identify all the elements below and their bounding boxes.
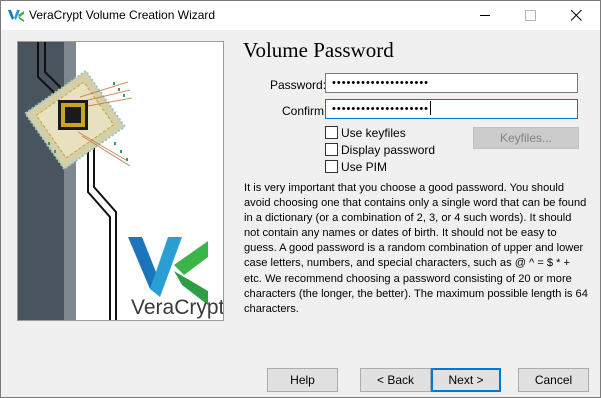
text-caret	[430, 101, 432, 115]
cancel-button[interactable]: Cancel	[518, 368, 589, 392]
title-bar[interactable]: VeraCrypt Volume Creation Wizard	[1, 1, 600, 30]
minimize-button[interactable]	[463, 1, 508, 30]
checkbox-box[interactable]	[325, 143, 338, 156]
maximize-button[interactable]	[508, 1, 553, 30]
use-pim-label: Use PIM	[341, 160, 388, 174]
display-password-label: Display password	[341, 143, 436, 157]
close-icon	[571, 10, 582, 21]
password-field[interactable]: ••••••••••••••••••••	[325, 73, 578, 93]
confirm-value: ••••••••••••••••••••	[332, 103, 430, 115]
confirm-label: Confirm:	[282, 104, 328, 118]
password-label: Password:	[270, 78, 327, 92]
veracrypt-app-icon	[8, 10, 24, 22]
checkbox-box[interactable]	[325, 160, 338, 173]
help-button[interactable]: Help	[267, 368, 338, 392]
keyfiles-button[interactable]: Keyfiles...	[473, 127, 579, 149]
circuit-artwork: VeraCrypt	[18, 42, 223, 320]
password-advice-text: It is very important that you choose a g…	[244, 182, 588, 315]
maximize-icon	[525, 10, 536, 21]
next-button[interactable]: Next >	[431, 368, 501, 392]
page-title: Volume Password	[243, 38, 394, 62]
banner-image: VeraCrypt	[17, 41, 224, 321]
veracrypt-logo-text: VeraCrypt	[131, 296, 223, 319]
window-title: VeraCrypt Volume Creation Wizard	[29, 8, 216, 22]
wizard-window: VeraCrypt Volume Creation Wizard VeraCry…	[0, 0, 601, 398]
back-button[interactable]: < Back	[360, 368, 431, 392]
minimize-icon	[480, 15, 490, 16]
confirm-password-field[interactable]: ••••••••••••••••••••	[325, 99, 578, 119]
close-button[interactable]	[554, 1, 599, 30]
checkbox-box[interactable]	[325, 126, 338, 139]
password-value: ••••••••••••••••••••	[332, 77, 430, 89]
use-keyfiles-label: Use keyfiles	[341, 126, 406, 140]
